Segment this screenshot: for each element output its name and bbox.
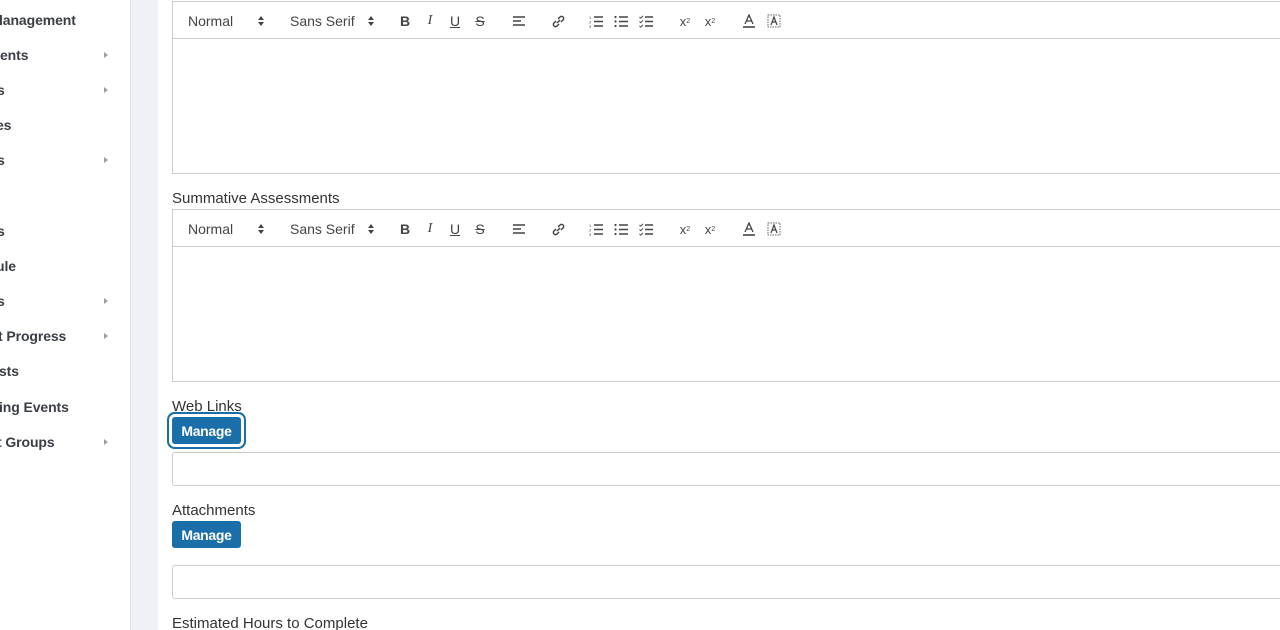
summative-assessments-label: Summative Assessments: [172, 190, 340, 207]
sidebar-item-s-2[interactable]: s: [0, 145, 130, 175]
subscript-icon[interactable]: x2: [676, 220, 694, 238]
link-icon[interactable]: [549, 220, 567, 238]
sidebar-item-label: ule: [0, 258, 16, 274]
web-links-field[interactable]: [172, 452, 1280, 486]
sidebar-item-management[interactable]: lanagement: [0, 5, 130, 35]
sidebar-item-groups[interactable]: t Groups: [0, 427, 130, 457]
web-links-label: Web Links: [172, 398, 242, 415]
size-select[interactable]: Normal: [188, 2, 233, 39]
size-select-value: Normal: [188, 220, 234, 237]
sidebar-item-label: lanagement: [0, 12, 76, 28]
bullet-list-icon[interactable]: [612, 220, 630, 238]
italic-icon[interactable]: I: [421, 12, 439, 30]
bold-icon[interactable]: B: [396, 220, 414, 238]
background-color-icon[interactable]: [765, 12, 783, 30]
attachments-manage-button[interactable]: Manage: [172, 521, 241, 548]
ordered-list-icon[interactable]: 123: [587, 12, 605, 30]
sidebar-item-ents[interactable]: ents: [0, 40, 130, 70]
text-color-icon[interactable]: [740, 220, 758, 238]
strike-icon[interactable]: S: [471, 12, 489, 30]
superscript-icon[interactable]: x2: [701, 12, 719, 30]
sidebar-item-label: es: [0, 117, 12, 133]
svg-text:3: 3: [589, 232, 592, 236]
caret-right-icon: [104, 333, 108, 339]
font-select[interactable]: Sans Serif: [290, 210, 355, 247]
editor-toolbar: Normal Sans Serif B I U S 123 x 2 x 2: [173, 210, 1280, 247]
sidebar-item-events[interactable]: ing Events: [0, 392, 130, 422]
sidebar-item-label: sts: [0, 363, 19, 379]
sidebar: lanagement ents s es s s ule s t Progres…: [0, 0, 131, 630]
sidebar-item-progress[interactable]: t Progress: [0, 321, 130, 351]
bullet-list-icon[interactable]: [612, 12, 630, 30]
sidebar-item-label: t Groups: [0, 434, 55, 450]
sidebar-item-s-3[interactable]: s: [0, 216, 130, 246]
font-select-value: Sans Serif: [290, 12, 355, 29]
italic-icon[interactable]: I: [421, 220, 439, 238]
web-links-manage-button[interactable]: Manage: [172, 417, 241, 444]
caret-right-icon: [104, 157, 108, 163]
editor-body[interactable]: [173, 247, 1280, 381]
attachments-label: Attachments: [172, 502, 256, 519]
align-icon[interactable]: [510, 12, 528, 30]
caret-right-icon: [104, 298, 108, 304]
font-select-value: Sans Serif: [290, 220, 355, 237]
underline-icon[interactable]: U: [446, 220, 464, 238]
align-icon[interactable]: [510, 220, 528, 238]
sidebar-item-ule[interactable]: ule: [0, 251, 130, 281]
editor-body[interactable]: [173, 39, 1280, 173]
select-arrows-icon: [258, 224, 264, 234]
size-select-value: Normal: [188, 12, 234, 29]
font-select[interactable]: Sans Serif: [290, 2, 355, 39]
page-gutter: [131, 0, 158, 630]
sidebar-item-label: t Progress: [0, 328, 67, 344]
caret-right-icon: [104, 439, 108, 445]
superscript-icon[interactable]: x2: [701, 220, 719, 238]
subscript-icon[interactable]: x2: [676, 12, 694, 30]
sidebar-item-es[interactable]: es: [0, 110, 130, 140]
sidebar-item-label: s: [0, 152, 5, 168]
sidebar-item-label: s: [0, 293, 5, 309]
ordered-list-icon[interactable]: 123: [587, 220, 605, 238]
sidebar-item-label: s: [0, 223, 5, 239]
sidebar-item-s-1[interactable]: s: [0, 75, 130, 105]
select-arrows-icon: [368, 224, 374, 234]
editor-toolbar: Normal Sans Serif B I U S 123 x 2 x 2: [173, 2, 1280, 39]
check-list-icon[interactable]: [637, 220, 655, 238]
caret-right-icon: [104, 52, 108, 58]
sidebar-item-label: s: [0, 82, 5, 98]
background-color-icon[interactable]: [765, 220, 783, 238]
attachments-field[interactable]: [172, 565, 1280, 599]
bold-icon[interactable]: B: [396, 12, 414, 30]
main-content: Normal Sans Serif B I U S 123 x 2 x 2 Su…: [158, 0, 1280, 630]
sidebar-item-sts[interactable]: sts: [0, 356, 130, 386]
underline-icon[interactable]: U: [446, 12, 464, 30]
caret-right-icon: [104, 87, 108, 93]
check-list-icon[interactable]: [637, 12, 655, 30]
estimated-hours-label: Estimated Hours to Complete: [172, 615, 368, 630]
sidebar-item-label: ing Events: [0, 399, 69, 415]
link-icon[interactable]: [549, 12, 567, 30]
rich-text-editor-top: Normal Sans Serif B I U S 123 x 2 x 2: [172, 1, 1280, 174]
svg-text:3: 3: [589, 24, 592, 28]
strike-icon[interactable]: S: [471, 220, 489, 238]
rich-text-editor-summative: Normal Sans Serif B I U S 123 x 2 x 2: [172, 209, 1280, 382]
select-arrows-icon: [368, 16, 374, 26]
sidebar-item-label: ents: [0, 47, 29, 63]
select-arrows-icon: [258, 16, 264, 26]
sidebar-item-s-4[interactable]: s: [0, 286, 130, 316]
size-select[interactable]: Normal: [188, 210, 233, 247]
text-color-icon[interactable]: [740, 12, 758, 30]
